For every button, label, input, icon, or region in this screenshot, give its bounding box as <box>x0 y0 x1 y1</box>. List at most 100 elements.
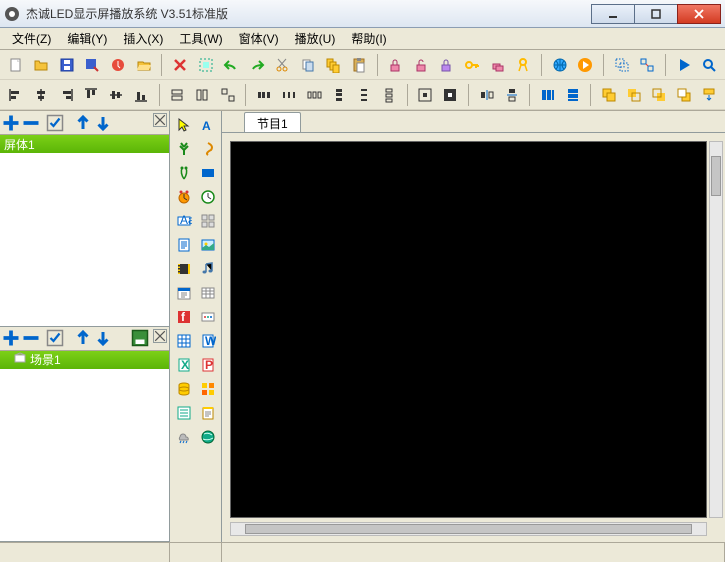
preview-canvas[interactable] <box>230 141 707 518</box>
scrollbar-thumb[interactable] <box>245 524 692 534</box>
check-screen-icon[interactable] <box>46 114 64 132</box>
group-icon[interactable] <box>610 53 634 77</box>
key-ring-icon[interactable] <box>511 53 535 77</box>
scene-move-up-icon[interactable] <box>74 329 92 347</box>
open-folder-icon[interactable] <box>30 53 54 77</box>
bring-forward-icon[interactable] <box>622 83 645 107</box>
send-backward-icon[interactable] <box>648 83 671 107</box>
flip-v-icon[interactable] <box>500 83 523 107</box>
grid-blue-icon[interactable] <box>174 331 194 351</box>
pointer-icon[interactable] <box>174 115 194 135</box>
maximize-button[interactable] <box>634 4 678 24</box>
zoom-icon[interactable] <box>698 53 722 77</box>
dist-v-center-icon[interactable] <box>353 83 376 107</box>
check-scene-icon[interactable] <box>46 329 64 347</box>
align-top-icon[interactable] <box>79 83 102 107</box>
scene-list-item[interactable]: 场景1 <box>0 351 169 369</box>
play-triangle-icon[interactable] <box>672 53 696 77</box>
menu-file[interactable]: 文件(Z) <box>4 28 59 49</box>
slideshow-icon[interactable] <box>198 379 218 399</box>
menu-edit[interactable]: 编辑(Y) <box>59 28 115 49</box>
center-canvas-alt-icon[interactable] <box>439 83 462 107</box>
align-left-icon[interactable] <box>4 83 27 107</box>
same-size-icon[interactable] <box>216 83 239 107</box>
flip-h-icon[interactable] <box>475 83 498 107</box>
menu-play[interactable]: 播放(U) <box>287 28 344 49</box>
music-icon[interactable] <box>198 259 218 279</box>
screen-list-item[interactable]: 屏体1 <box>0 135 169 153</box>
analog-clock-icon[interactable] <box>198 187 218 207</box>
same-width-icon[interactable] <box>166 83 189 107</box>
calendar-icon[interactable] <box>174 283 194 303</box>
undo-icon[interactable] <box>219 53 243 77</box>
copy-icon[interactable] <box>296 53 320 77</box>
lock-group-icon[interactable] <box>486 53 510 77</box>
tile-v-icon[interactable] <box>561 83 584 107</box>
plant-icon[interactable] <box>174 163 194 183</box>
key-icon[interactable] <box>460 53 484 77</box>
excel-icon[interactable]: X <box>174 355 194 375</box>
dist-h-right-icon[interactable] <box>302 83 325 107</box>
menu-tools[interactable]: 工具(W) <box>171 28 230 49</box>
dist-v-bottom-icon[interactable] <box>378 83 401 107</box>
menu-window[interactable]: 窗体(V) <box>231 28 287 49</box>
align-right-icon[interactable] <box>54 83 77 107</box>
scene-list[interactable]: 场景1 <box>0 351 169 542</box>
flash-icon[interactable]: f <box>174 307 194 327</box>
ppt-icon[interactable]: P <box>198 355 218 375</box>
close-button[interactable] <box>677 4 721 24</box>
dist-h-left-icon[interactable] <box>252 83 275 107</box>
new-file-icon[interactable] <box>4 53 28 77</box>
lock-icon[interactable] <box>384 53 408 77</box>
panel-close-icon[interactable] <box>153 113 167 127</box>
select-all-icon[interactable] <box>194 53 218 77</box>
same-height-icon[interactable] <box>191 83 214 107</box>
menu-insert[interactable]: 插入(X) <box>115 28 171 49</box>
dist-v-top-icon[interactable] <box>327 83 350 107</box>
save-icon[interactable] <box>55 53 79 77</box>
document-icon[interactable] <box>174 235 194 255</box>
grid-4-icon[interactable] <box>198 211 218 231</box>
color-rect-icon[interactable] <box>198 163 218 183</box>
table-grid-icon[interactable] <box>198 283 218 303</box>
ungroup-icon[interactable] <box>636 53 660 77</box>
tab-program-1[interactable]: 节目1 <box>244 112 301 132</box>
unlock-icon[interactable] <box>409 53 433 77</box>
cut-icon[interactable] <box>270 53 294 77</box>
bring-front-icon[interactable] <box>597 83 620 107</box>
gif-icon[interactable] <box>198 307 218 327</box>
center-canvas-icon[interactable] <box>414 83 437 107</box>
earth-icon[interactable] <box>198 427 218 447</box>
tree-icon[interactable] <box>174 139 194 159</box>
notepad-icon[interactable] <box>198 403 218 423</box>
weather-icon[interactable] <box>174 427 194 447</box>
copy-multi-icon[interactable] <box>322 53 346 77</box>
folder-open-icon[interactable] <box>132 53 156 77</box>
database-icon[interactable] <box>174 379 194 399</box>
scene-move-down-icon[interactable] <box>94 329 112 347</box>
text-a-icon[interactable]: A <box>198 115 218 135</box>
film-icon[interactable] <box>174 259 194 279</box>
stack-down-icon[interactable] <box>698 83 721 107</box>
delete-icon[interactable] <box>168 53 192 77</box>
menu-help[interactable]: 帮助(I) <box>343 28 394 49</box>
word-icon[interactable]: W <box>198 331 218 351</box>
save-as-icon[interactable] <box>81 53 105 77</box>
image-icon[interactable] <box>198 235 218 255</box>
send-back-icon[interactable] <box>673 83 696 107</box>
clock-icon[interactable] <box>174 187 194 207</box>
export-icon[interactable] <box>106 53 130 77</box>
move-up-icon[interactable] <box>74 114 92 132</box>
vortex-icon[interactable] <box>198 139 218 159</box>
lock-purple-icon[interactable] <box>435 53 459 77</box>
align-middle-v-icon[interactable] <box>105 83 128 107</box>
play-icon[interactable] <box>573 53 597 77</box>
minimize-button[interactable] <box>591 4 635 24</box>
scrollbar-thumb[interactable] <box>711 156 721 196</box>
redo-icon[interactable] <box>245 53 269 77</box>
paste-icon[interactable] <box>347 53 371 77</box>
remove-screen-icon[interactable] <box>22 114 40 132</box>
add-scene-icon[interactable] <box>2 329 20 347</box>
scene-panel-close-icon[interactable] <box>153 329 167 343</box>
list-icon[interactable] <box>174 403 194 423</box>
